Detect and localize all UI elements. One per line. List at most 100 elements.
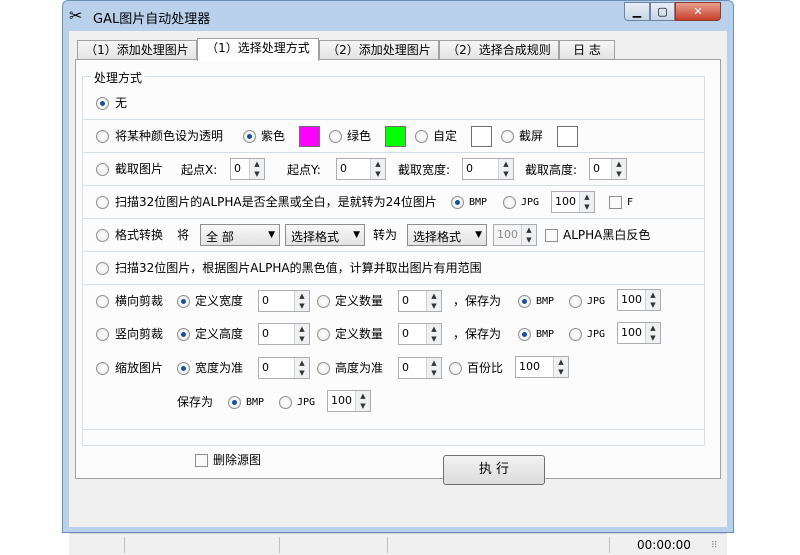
tab-select-method[interactable]: （1）选择处理方式 [197,38,319,61]
radio-scale-bmp[interactable] [228,396,241,409]
radio-vcut-count[interactable] [317,328,330,341]
radio-transparent[interactable] [96,130,109,143]
spin-arrows-icon[interactable]: ▲ ▼ [611,159,626,179]
status-time: 00:00:00 [637,538,691,552]
execute-button[interactable]: 执 行 [443,455,545,485]
app-window: ✂ GAL图片自动处理器 ▁ ▢ ✕ （1）添加处理图片 （1）选择处理方式 （… [62,0,734,555]
crop-width-input[interactable]: 0 ▲ ▼ [462,158,514,180]
radio-scale[interactable] [96,362,109,375]
radio-scale-height[interactable] [317,362,330,375]
label-green: 绿色 [347,129,372,143]
convert-quality-input[interactable]: 100 ▲ ▼ [493,224,537,246]
radio-hcut-count[interactable] [317,295,330,308]
scale-width-input[interactable]: 0 ▲ ▼ [258,357,310,379]
spin-arrows-icon[interactable]: ▲ ▼ [579,192,594,212]
radio-green[interactable] [329,130,342,143]
maximize-icon: ▢ [657,5,668,18]
scale-quality-input[interactable]: 100 ▲ ▼ [327,390,371,412]
row-vcut: 竖向剪裁 定义高度 0 ▲ ▼ 定义数量 0 ▲ ▼ ，保存为 BMP JPG … [83,318,704,351]
spin-arrows-icon[interactable]: ▲ ▼ [521,225,536,245]
title-bar[interactable]: ✂ GAL图片自动处理器 ▁ ▢ ✕ [63,1,733,31]
row-scan-range: 扫描32位图片，根据图片ALPHA的黑色值，计算并取出图片有用范围 [83,252,704,285]
custom-swatch[interactable] [471,126,492,147]
radio-scan-bmp[interactable] [451,196,464,209]
radio-purple[interactable] [243,130,256,143]
radio-hcut[interactable] [96,295,109,308]
tab-add-images-1[interactable]: （1）添加处理图片 [77,40,197,60]
scale-height-input[interactable]: 0 ▲ ▼ [398,357,442,379]
vcut-quality-input[interactable]: 100 ▲ ▼ [617,322,661,344]
radio-none[interactable] [96,97,109,110]
spin-arrows-icon[interactable]: ▲ ▼ [426,358,441,378]
spin-arrows-icon[interactable]: ▲ ▼ [294,291,309,311]
checkbox-alpha-invert[interactable] [545,229,558,242]
radio-scan-jpg[interactable] [503,196,516,209]
spin-arrows-icon[interactable]: ▲ ▼ [355,391,370,411]
hcut-width-input[interactable]: 0 ▲ ▼ [258,290,310,312]
spin-arrows-icon[interactable]: ▲ ▼ [370,159,385,179]
spin-arrows-icon[interactable]: ▲ ▼ [294,358,309,378]
start-y-value: 0 [340,162,347,175]
scissors-icon: ✂ [69,6,83,25]
spin-arrows-icon[interactable]: ▲ ▼ [426,324,441,344]
radio-scan-range[interactable] [96,262,109,275]
start-x-value: 0 [234,162,241,175]
spin-arrows-icon[interactable]: ▲ ▼ [645,323,660,343]
hcut-count-input[interactable]: 0 ▲ ▼ [398,290,442,312]
radio-screenshot[interactable] [501,130,514,143]
from-format-select[interactable]: 选择格式 ▼ [285,224,365,246]
spin-arrows-icon[interactable]: ▲ ▼ [645,290,660,310]
window-title: GAL图片自动处理器 [93,12,211,27]
label-alpha-invert: ALPHA黑白反色 [563,228,651,242]
spin-arrows-icon[interactable]: ▲ ▼ [498,159,513,179]
minimize-button[interactable]: ▁ [624,2,650,21]
crop-height-input[interactable]: 0 ▲ ▼ [589,158,627,180]
radio-hcut-width[interactable] [177,295,190,308]
tab-select-rules[interactable]: （2）选择合成规则 [439,40,559,60]
radio-scale-jpg[interactable] [279,396,292,409]
maximize-button[interactable]: ▢ [650,2,675,21]
green-swatch[interactable] [385,126,406,147]
start-x-input[interactable]: 0 ▲ ▼ [230,158,265,180]
vcut-height-input[interactable]: 0 ▲ ▼ [258,323,310,345]
label-jpg: JPG [521,197,540,208]
screenshot-swatch[interactable] [557,126,578,147]
purple-swatch[interactable] [299,126,320,147]
spin-arrows-icon[interactable]: ▲ ▼ [249,159,264,179]
radio-custom[interactable] [415,130,428,143]
status-divider [124,537,125,553]
radio-crop[interactable] [96,163,109,176]
label-delete-source: 删除源图 [213,453,262,467]
label-jpg: JPG [297,397,316,408]
label-none: 无 [115,96,128,110]
resize-grip-icon[interactable]: ⠿ [711,538,718,554]
radio-hcut-jpg[interactable] [569,295,582,308]
scope-select[interactable]: 全 部 ▼ [200,224,280,246]
scale-percent-input[interactable]: 100 ▲ ▼ [515,356,569,378]
spin-arrows-icon[interactable]: ▲ ▼ [553,357,568,377]
radio-vcut-jpg[interactable] [569,328,582,341]
chevron-down-icon: ▼ [268,230,275,240]
radio-convert[interactable] [96,229,109,242]
radio-vcut-bmp[interactable] [518,328,531,341]
checkbox-delete-source[interactable] [195,454,208,467]
minimize-icon: ▁ [632,5,642,18]
radio-scan-alpha[interactable] [96,196,109,209]
radio-scale-width[interactable] [177,362,190,375]
to-format-select[interactable]: 选择格式 ▼ [407,224,487,246]
status-divider [279,537,280,553]
radio-hcut-bmp[interactable] [518,295,531,308]
spin-arrows-icon[interactable]: ▲ ▼ [426,291,441,311]
tab-add-images-2[interactable]: （2）添加处理图片 [319,40,439,60]
hcut-quality-input[interactable]: 100 ▲ ▼ [617,289,661,311]
radio-vcut[interactable] [96,328,109,341]
scan-quality-input[interactable]: 100 ▲ ▼ [551,191,595,213]
start-y-input[interactable]: 0 ▲ ▼ [336,158,386,180]
checkbox-f[interactable] [609,196,622,209]
tab-log[interactable]: 日 志 [559,40,615,60]
radio-scale-percent[interactable] [449,362,462,375]
radio-vcut-height[interactable] [177,328,190,341]
spin-arrows-icon[interactable]: ▲ ▼ [294,324,309,344]
close-button[interactable]: ✕ [675,2,721,21]
vcut-count-input[interactable]: 0 ▲ ▼ [398,323,442,345]
